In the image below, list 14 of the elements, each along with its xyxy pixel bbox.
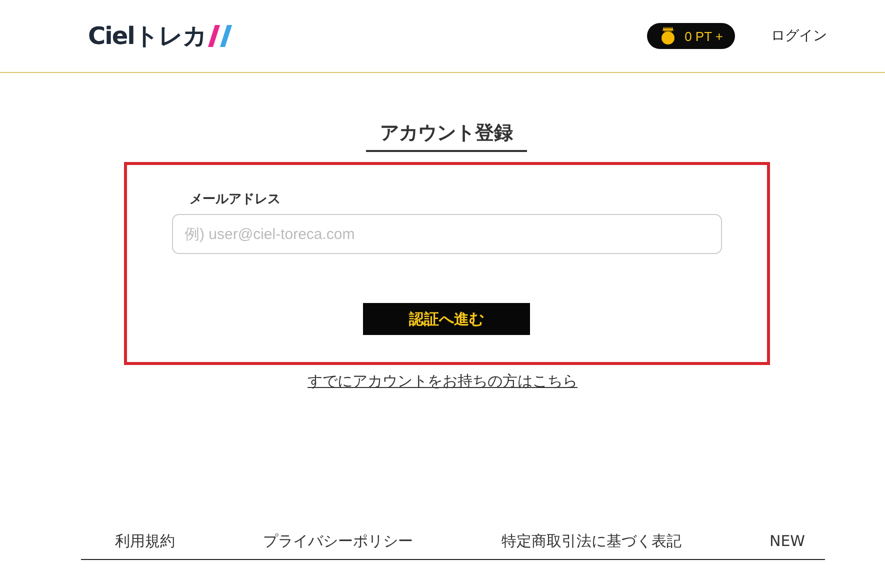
email-field[interactable]: 例) user@ciel-toreca.com [172,214,722,254]
submit-button[interactable]: 認証へ進む [363,303,530,335]
footer-link[interactable]: 利用規約 [115,532,175,551]
login-link[interactable]: ログイン [771,27,827,45]
logo-text[interactable]: Cielトレカ [88,20,206,52]
footer-link[interactable]: NEW [769,532,805,551]
page-title: アカウント登録 [366,120,527,152]
coin-icon [660,27,675,45]
footer-link[interactable]: プライバシーポリシー [263,532,414,551]
field-label: メールアドレス [190,191,280,208]
points-button[interactable]: 0 PT + [646,23,735,49]
login-link[interactable]: すでにアカウントをお持ちの方はこちら [308,372,578,391]
logo-slashes-icon [208,25,232,47]
footer-link[interactable]: 特定商取引法に基づく表記 [501,532,682,551]
